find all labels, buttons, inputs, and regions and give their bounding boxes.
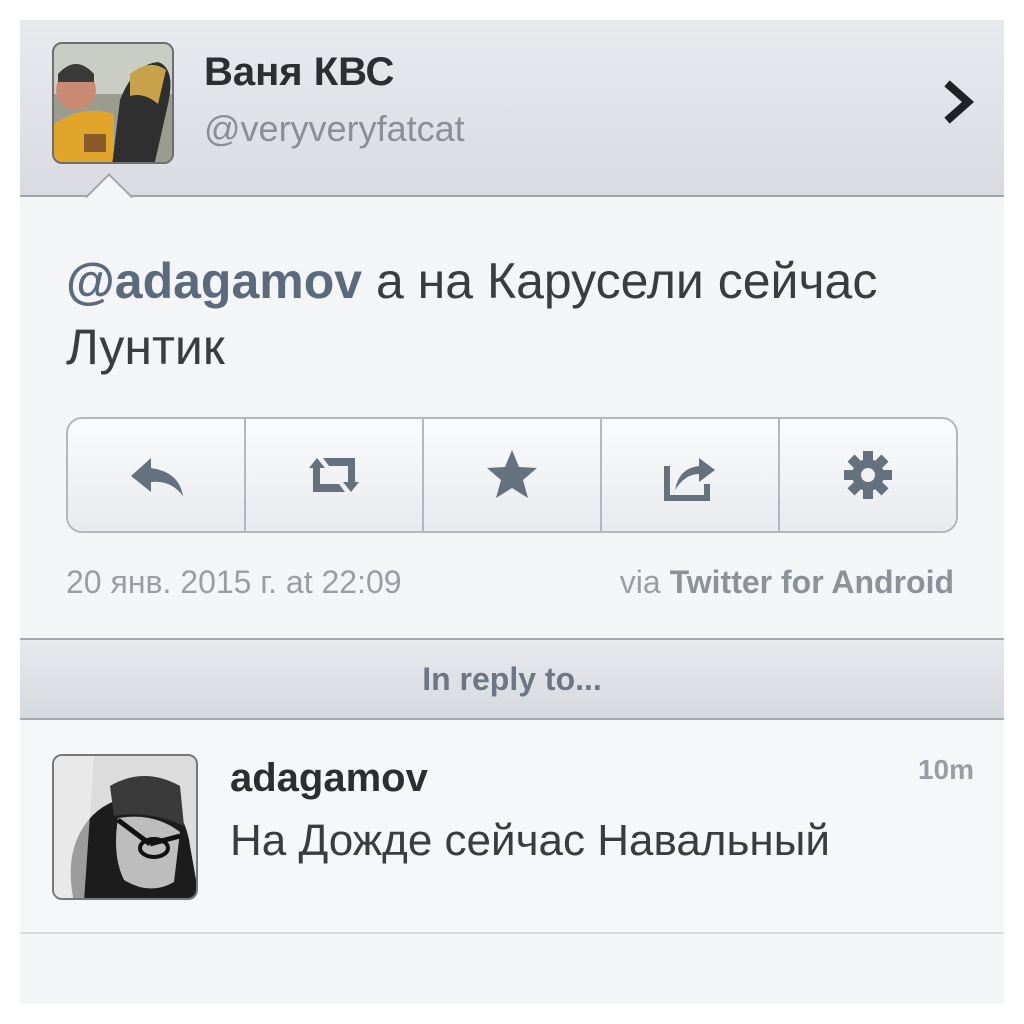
- favorite-button[interactable]: [424, 419, 602, 531]
- avatar[interactable]: [52, 42, 174, 164]
- tweet-action-bar: [66, 417, 958, 533]
- reply-icon: [131, 458, 183, 496]
- in-reply-to-header: In reply to...: [20, 638, 1004, 720]
- reply-button[interactable]: [68, 419, 246, 531]
- share-button[interactable]: [602, 419, 780, 531]
- tweet-source: via Twitter for Android: [620, 564, 954, 601]
- share-icon: [664, 458, 715, 501]
- retweet-button[interactable]: [246, 419, 424, 531]
- client-link[interactable]: Twitter for Android: [670, 564, 954, 600]
- mention-link[interactable]: @adagamov: [66, 253, 362, 309]
- retweet-icon: [309, 458, 359, 492]
- via-prefix: via: [619, 564, 670, 600]
- username-handle: @veryveryfatcat: [204, 108, 465, 149]
- tweet-detail-screen: Ваня КВС @veryveryfatcat @adagamov а на …: [20, 20, 1004, 1004]
- reply-author: adagamov: [230, 756, 428, 800]
- gear-icon: [844, 451, 892, 499]
- more-options-button[interactable]: [780, 419, 956, 531]
- empty-area: [20, 934, 1004, 1004]
- in-reply-to-label: In reply to...: [422, 660, 602, 697]
- chevron-right-icon[interactable]: [938, 80, 982, 124]
- profile-header[interactable]: Ваня КВС @veryveryfatcat: [20, 20, 1004, 197]
- display-name: Ваня КВС: [204, 50, 395, 94]
- reply-avatar[interactable]: [52, 754, 198, 900]
- tweet-text: @adagamov а на Карусели сейчас Лунтик: [66, 248, 956, 380]
- star-icon: [487, 450, 537, 498]
- reply-tweet-cell[interactable]: adagamov 10m На Дожде сейчас Навальный: [20, 720, 1004, 934]
- reply-time: 10m: [917, 754, 974, 785]
- reply-text: На Дожде сейчас Навальный: [230, 816, 830, 865]
- tweet-timestamp: 20 янв. 2015 г. at 22:09: [66, 564, 402, 600]
